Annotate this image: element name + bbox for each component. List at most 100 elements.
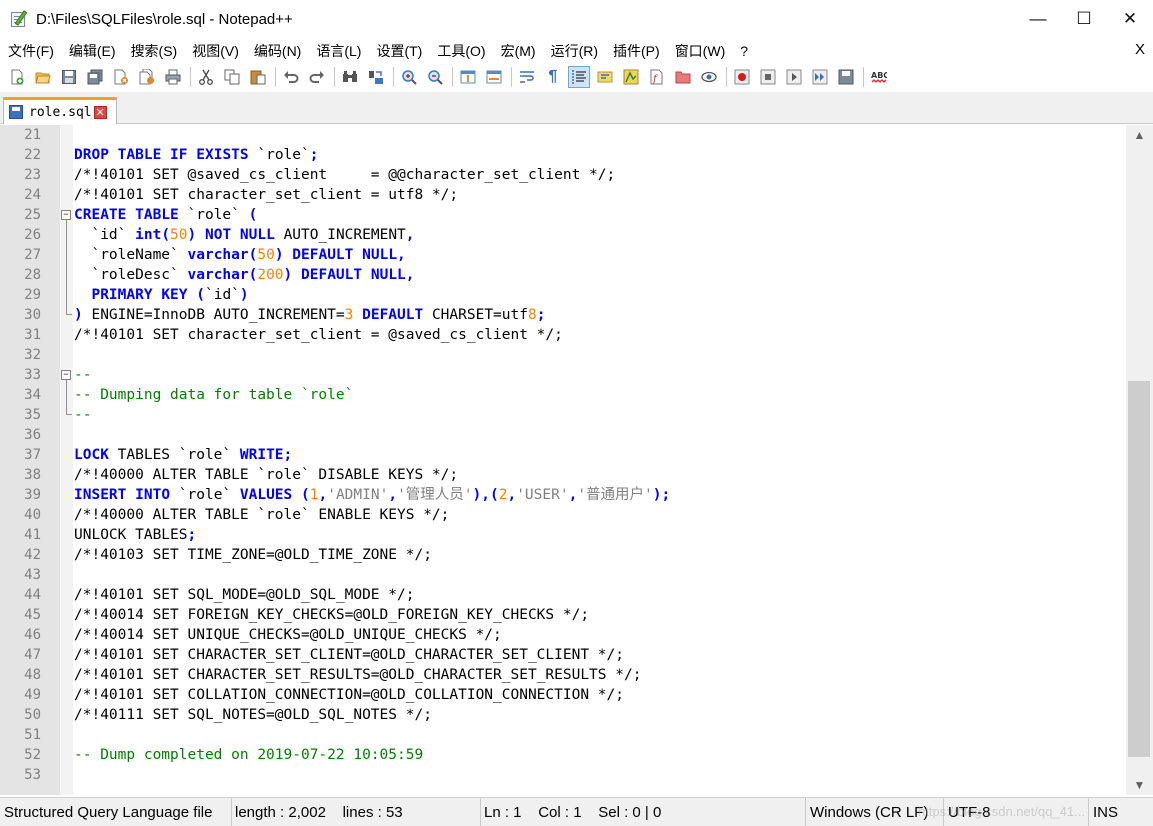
code-line[interactable]: 52 -- Dump completed on 2019-07-22 10:05:…: [0, 745, 1126, 765]
macro-record-icon[interactable]: [731, 66, 753, 88]
code-line[interactable]: 23 /*!40101 SET @saved_cs_client = @@char…: [0, 165, 1126, 185]
new-file-icon[interactable]: [6, 66, 28, 88]
macro-save-icon[interactable]: [835, 66, 857, 88]
menu-plugins[interactable]: 插件(P): [605, 41, 667, 61]
menu-macro[interactable]: 宏(M): [493, 41, 543, 61]
code-line[interactable]: 24 /*!40101 SET character_set_client = ut…: [0, 185, 1126, 205]
minimize-button[interactable]: —: [1015, 0, 1061, 38]
cut-icon[interactable]: [195, 66, 217, 88]
menu-file[interactable]: 文件(F): [0, 41, 61, 61]
code-line[interactable]: 28 `roleDesc` varchar(200) DEFAULT NULL,: [0, 265, 1126, 285]
close-document-button[interactable]: X: [1135, 41, 1145, 58]
code-line[interactable]: 26 `id` int(50) NOT NULL AUTO_INCREMENT,: [0, 225, 1126, 245]
line-number: 43: [24, 567, 41, 583]
notepad-icon: [10, 10, 28, 28]
code-line[interactable]: 31 /*!40101 SET character_set_client = @s…: [0, 325, 1126, 345]
code-line[interactable]: 35 --: [0, 405, 1126, 425]
paste-icon[interactable]: [247, 66, 269, 88]
close-window-button[interactable]: ✕: [1107, 0, 1153, 38]
zoom-out-icon[interactable]: [424, 66, 446, 88]
print-icon[interactable]: [162, 66, 184, 88]
code-line[interactable]: 45 /*!40014 SET FOREIGN_KEY_CHECKS=@OLD_F…: [0, 605, 1126, 625]
fold-collapse-icon[interactable]: −: [61, 370, 71, 380]
close-all-icon[interactable]: [136, 66, 158, 88]
sync-vertical-icon[interactable]: [457, 66, 479, 88]
maximize-button[interactable]: ☐: [1061, 0, 1107, 38]
menu-search[interactable]: 搜索(S): [123, 41, 185, 61]
code-line[interactable]: 36: [0, 425, 1126, 445]
scroll-thumb[interactable]: [1128, 381, 1150, 757]
save-icon[interactable]: [58, 66, 80, 88]
code-line[interactable]: 21: [0, 125, 1126, 145]
code-text: /*!40101 SET CHARACTER_SET_CLIENT=@OLD_C…: [74, 647, 624, 663]
editor[interactable]: 21 22 DROP TABLE IF EXISTS `role`; 23 /*!401…: [0, 125, 1126, 795]
code-line[interactable]: 34 -- Dumping data for table `role`: [0, 385, 1126, 405]
document-map-icon[interactable]: [620, 66, 642, 88]
code-line[interactable]: 37 LOCK TABLES `role` WRITE;: [0, 445, 1126, 465]
code-line[interactable]: 33 − --: [0, 365, 1126, 385]
code-line[interactable]: 51: [0, 725, 1126, 745]
code-line[interactable]: 53: [0, 765, 1126, 785]
vertical-scrollbar[interactable]: ▲ ▼: [1126, 125, 1153, 795]
tab-close-icon[interactable]: ✕: [93, 105, 107, 119]
sync-horizontal-icon[interactable]: [483, 66, 505, 88]
menu-encoding[interactable]: 编码(N): [246, 41, 308, 61]
menu-view[interactable]: 视图(V): [184, 41, 246, 61]
menu-settings[interactable]: 设置(T): [368, 41, 429, 61]
code-line[interactable]: 42 /*!40103 SET TIME_ZONE=@OLD_TIME_ZONE …: [0, 545, 1126, 565]
code-line[interactable]: 25 − CREATE TABLE `role` (: [0, 205, 1126, 225]
show-all-characters-icon[interactable]: ¶: [542, 66, 564, 88]
undo-icon[interactable]: [280, 66, 302, 88]
code-line[interactable]: 30) ENGINE=InnoDB AUTO_INCREMENT=3 DEFAU…: [0, 305, 1126, 325]
menu-help[interactable]: ?: [732, 43, 755, 59]
menu-language[interactable]: 语言(L): [308, 41, 368, 61]
code-line[interactable]: 41 UNLOCK TABLES;: [0, 525, 1126, 545]
folder-as-workspace-icon[interactable]: [672, 66, 694, 88]
indent-guide-icon[interactable]: [568, 66, 590, 88]
word-wrap-icon[interactable]: [516, 66, 538, 88]
menu-run[interactable]: 运行(R): [543, 41, 605, 61]
tab-role-sql[interactable]: role.sql ✕: [3, 97, 117, 124]
code-line[interactable]: 46 /*!40014 SET UNIQUE_CHECKS=@OLD_UNIQUE…: [0, 625, 1126, 645]
line-number: 34: [24, 387, 41, 403]
macro-stop-icon[interactable]: [757, 66, 779, 88]
code-line[interactable]: 48 /*!40101 SET CHARACTER_SET_RESULTS=@OL…: [0, 665, 1126, 685]
code-line[interactable]: 38 /*!40000 ALTER TABLE `role` DISABLE KE…: [0, 465, 1126, 485]
code-line[interactable]: 43: [0, 565, 1126, 585]
code-line[interactable]: 50 /*!40111 SET SQL_NOTES=@OLD_SQL_NOTES …: [0, 705, 1126, 725]
macro-play-icon[interactable]: [783, 66, 805, 88]
code-line[interactable]: 44 /*!40101 SET SQL_MODE=@OLD_SQL_MODE */…: [0, 585, 1126, 605]
menu-tools[interactable]: 工具(O): [429, 41, 492, 61]
code-line[interactable]: 39 INSERT INTO `role` VALUES (1,'ADMIN','…: [0, 485, 1126, 505]
monitor-icon[interactable]: [698, 66, 720, 88]
replace-icon[interactable]: [365, 66, 387, 88]
code-line[interactable]: 29 PRIMARY KEY (`id`): [0, 285, 1126, 305]
code-line[interactable]: 47 /*!40101 SET CHARACTER_SET_CLIENT=@OLD…: [0, 645, 1126, 665]
code-line[interactable]: 32: [0, 345, 1126, 365]
line-number: 49: [24, 687, 41, 703]
code-line[interactable]: 27 `roleName` varchar(50) DEFAULT NULL,: [0, 245, 1126, 265]
redo-icon[interactable]: [306, 66, 328, 88]
fold-collapse-icon[interactable]: −: [61, 210, 71, 220]
open-file-icon[interactable]: [32, 66, 54, 88]
menu-window[interactable]: 窗口(W): [667, 41, 733, 61]
menu-edit[interactable]: 编辑(E): [61, 41, 123, 61]
close-file-icon[interactable]: [110, 66, 132, 88]
save-all-icon[interactable]: [84, 66, 106, 88]
zoom-in-icon[interactable]: [398, 66, 420, 88]
code-text: /*!40101 SET character_set_client = @sav…: [74, 327, 563, 343]
copy-icon[interactable]: [221, 66, 243, 88]
spell-check-icon[interactable]: ABC: [868, 66, 890, 88]
code-text: CREATE TABLE `role` (: [74, 207, 258, 223]
svg-text:ABC: ABC: [871, 71, 887, 80]
user-defined-language-icon[interactable]: [594, 66, 616, 88]
line-number: 46: [24, 627, 41, 643]
macro-run-multiple-icon[interactable]: [809, 66, 831, 88]
code-line[interactable]: 22 DROP TABLE IF EXISTS `role`;: [0, 145, 1126, 165]
scroll-up-icon[interactable]: ▲: [1126, 125, 1153, 145]
function-list-icon[interactable]: f: [646, 66, 668, 88]
find-icon[interactable]: [339, 66, 361, 88]
code-line[interactable]: 40 /*!40000 ALTER TABLE `role` ENABLE KEY…: [0, 505, 1126, 525]
scroll-down-icon[interactable]: ▼: [1126, 775, 1153, 795]
code-line[interactable]: 49 /*!40101 SET COLLATION_CONNECTION=@OLD…: [0, 685, 1126, 705]
